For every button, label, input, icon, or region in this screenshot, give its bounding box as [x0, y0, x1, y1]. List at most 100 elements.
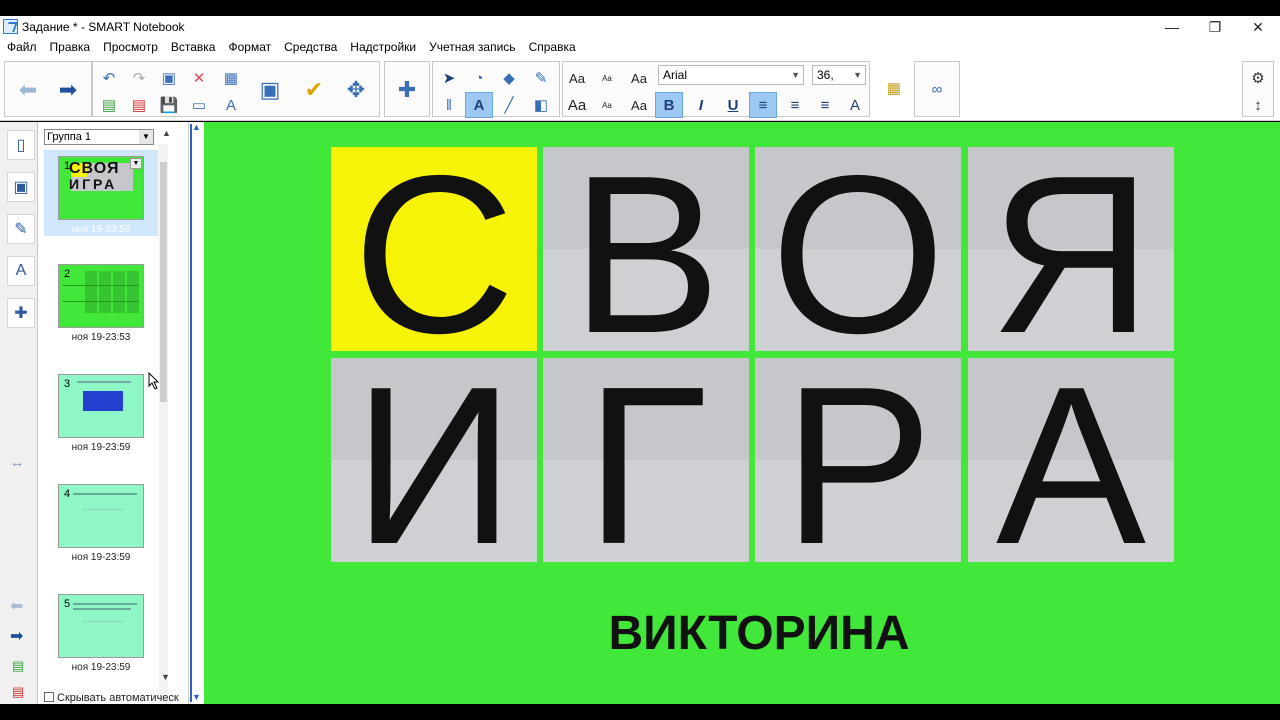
font-size-decrease-button[interactable]: Aa	[593, 92, 621, 118]
text-recognition-icon[interactable]: A	[217, 92, 245, 118]
restore-button[interactable]: ❐	[1193, 16, 1237, 38]
tile-letter: С	[352, 147, 516, 351]
letter-tile[interactable]: Я	[968, 147, 1174, 351]
next-arrow-icon[interactable]: ➡	[10, 626, 23, 646]
letter-tile[interactable]: В	[543, 147, 749, 351]
text-format-icon[interactable]: A	[841, 92, 869, 118]
chevron-down-icon: ▼	[853, 70, 862, 80]
font-family-select[interactable]: Arial ▼	[658, 65, 804, 85]
tile-letter: О	[770, 147, 946, 351]
align-right-icon[interactable]: ≡	[811, 92, 839, 118]
page-thumbnail-1[interactable]: СВОЯ ИГРА 1 ▼ ноя 19-23:59	[44, 150, 158, 236]
attachments-tab-icon[interactable]: ✎	[7, 214, 35, 244]
align-left-icon[interactable]: ≡	[749, 92, 777, 118]
text-case-button[interactable]: Aa	[625, 92, 653, 118]
gear-icon[interactable]: ⚙	[1244, 65, 1272, 91]
tile-letter: Р	[782, 358, 934, 562]
delete-page-icon[interactable]: ▤	[12, 684, 24, 700]
screen-shade-icon[interactable]: ▭	[185, 92, 213, 118]
bold-button[interactable]: B	[655, 92, 683, 118]
page-thumbnail-3[interactable]: 3 ноя 19-23:59	[44, 370, 158, 470]
menu-view[interactable]: Просмотр	[103, 38, 158, 57]
splitter-down-icon[interactable]: ▼	[192, 692, 201, 702]
splitter-up-icon[interactable]: ▲	[192, 122, 201, 132]
select-arrow-icon[interactable]: ➤	[435, 65, 463, 91]
text-style-small-button[interactable]: Aa	[593, 65, 621, 91]
document-camera-icon[interactable]: ▣	[253, 70, 287, 110]
align-center-icon[interactable]: ≡	[781, 92, 809, 118]
page-thumbnail-5[interactable]: 5 ноя 19-23:59	[44, 590, 158, 690]
menu-insert[interactable]: Вставка	[171, 38, 216, 57]
page-sorter-tab-icon[interactable]: ▯	[7, 130, 35, 160]
letter-tile[interactable]: Г	[543, 358, 749, 562]
delete-page-icon[interactable]: ▤	[125, 92, 153, 118]
paste-icon[interactable]: ▣	[155, 65, 183, 91]
letter-tile[interactable]: А	[968, 358, 1174, 562]
menu-addons[interactable]: Надстройки	[350, 38, 416, 57]
menu-tools[interactable]: Средства	[284, 38, 337, 57]
scroll-up-icon[interactable]: ▲	[162, 128, 171, 138]
previous-arrow-icon[interactable]: ⬅	[10, 596, 23, 616]
properties-tab-icon[interactable]: A	[7, 256, 35, 286]
chevron-down-icon: ▼	[139, 130, 153, 144]
shapes-icon[interactable]: ◔	[465, 65, 493, 91]
pens-icon[interactable]: ‖	[435, 92, 463, 118]
text-style-button[interactable]: Aa	[625, 65, 653, 91]
autohide-checkbox[interactable]: Скрывать автоматическ	[44, 692, 179, 704]
page-number: 1	[64, 160, 71, 172]
addons-tab-icon[interactable]: ✚	[7, 298, 35, 328]
sorter-scroll-thumb[interactable]	[160, 162, 167, 402]
slide-canvas[interactable]: С В О Я И Г Р А ВИКТОРИНА	[204, 122, 1280, 704]
checkbox-box[interactable]	[44, 692, 54, 702]
minimize-button[interactable]: —	[1150, 16, 1194, 38]
toolbar-position-icon[interactable]: ↕	[1244, 92, 1272, 118]
add-page-icon[interactable]: ▤	[95, 92, 123, 118]
eraser-icon[interactable]: ◧	[527, 92, 555, 118]
redo-icon[interactable]: ↷	[125, 65, 153, 91]
line-icon[interactable]: ╱	[495, 92, 523, 118]
text-style-large-button[interactable]: Aa	[563, 65, 591, 91]
bottom-bar	[0, 704, 1280, 720]
next-page-icon[interactable]: ➡	[51, 70, 85, 110]
underline-button[interactable]: U	[719, 92, 747, 118]
page-thumbnail-2[interactable]: 2 ноя 19-23:53	[44, 260, 158, 360]
color-palette-icon[interactable]: ▦	[880, 75, 908, 101]
menu-account[interactable]: Учетная запись	[429, 38, 515, 57]
lab-activity-icon[interactable]: ✥	[339, 70, 373, 110]
link-icon[interactable]: ∞	[923, 76, 951, 102]
font-size-increase-button[interactable]: Aa	[563, 92, 591, 118]
close-button[interactable]: ✕	[1236, 16, 1280, 38]
delete-icon[interactable]: ✕	[185, 65, 213, 91]
letter-tile[interactable]: С	[331, 147, 537, 351]
addon-puzzle-icon[interactable]: ✚	[390, 70, 424, 110]
fill-icon[interactable]: ◆	[495, 65, 523, 91]
menu-file[interactable]: Файл	[7, 38, 37, 57]
group-select[interactable]: Группа 1 ▼	[44, 129, 154, 145]
text-tool-icon[interactable]: A	[465, 92, 493, 118]
undo-icon[interactable]: ↶	[95, 65, 123, 91]
sorter-scrollbar[interactable]	[159, 144, 168, 704]
tile-letter: А	[995, 358, 1147, 562]
page-thumbnail-4[interactable]: 4 ноя 19-23:59	[44, 480, 158, 580]
save-icon[interactable]: 💾	[155, 92, 183, 118]
scroll-down-icon[interactable]: ▼	[161, 672, 170, 682]
previous-page-icon[interactable]: ⬅	[11, 70, 45, 110]
letter-tile[interactable]: О	[755, 147, 961, 351]
letter-tile[interactable]: И	[331, 358, 537, 562]
table-icon[interactable]: ▦	[217, 65, 245, 91]
add-page-icon[interactable]: ▤	[12, 658, 24, 674]
magic-pen-icon[interactable]: ✎	[527, 65, 555, 91]
page-menu-chevron-icon[interactable]: ▼	[130, 158, 142, 169]
font-size-select[interactable]: 36, ▼	[812, 65, 866, 85]
resize-arrows-icon[interactable]: ↔	[10, 454, 24, 470]
page-number: 2	[64, 268, 71, 280]
panel-splitter[interactable]: ▲ ▼	[188, 122, 204, 704]
menu-format[interactable]: Формат	[228, 38, 271, 57]
italic-button[interactable]: I	[687, 92, 715, 118]
menu-help[interactable]: Справка	[529, 38, 576, 57]
menu-edit[interactable]: Правка	[50, 38, 91, 57]
letter-tile[interactable]: Р	[755, 358, 961, 562]
slide-subtitle[interactable]: ВИКТОРИНА	[504, 606, 1014, 661]
gallery-tab-icon[interactable]: ▣	[7, 172, 35, 202]
response-icon[interactable]: ✔	[297, 70, 331, 110]
